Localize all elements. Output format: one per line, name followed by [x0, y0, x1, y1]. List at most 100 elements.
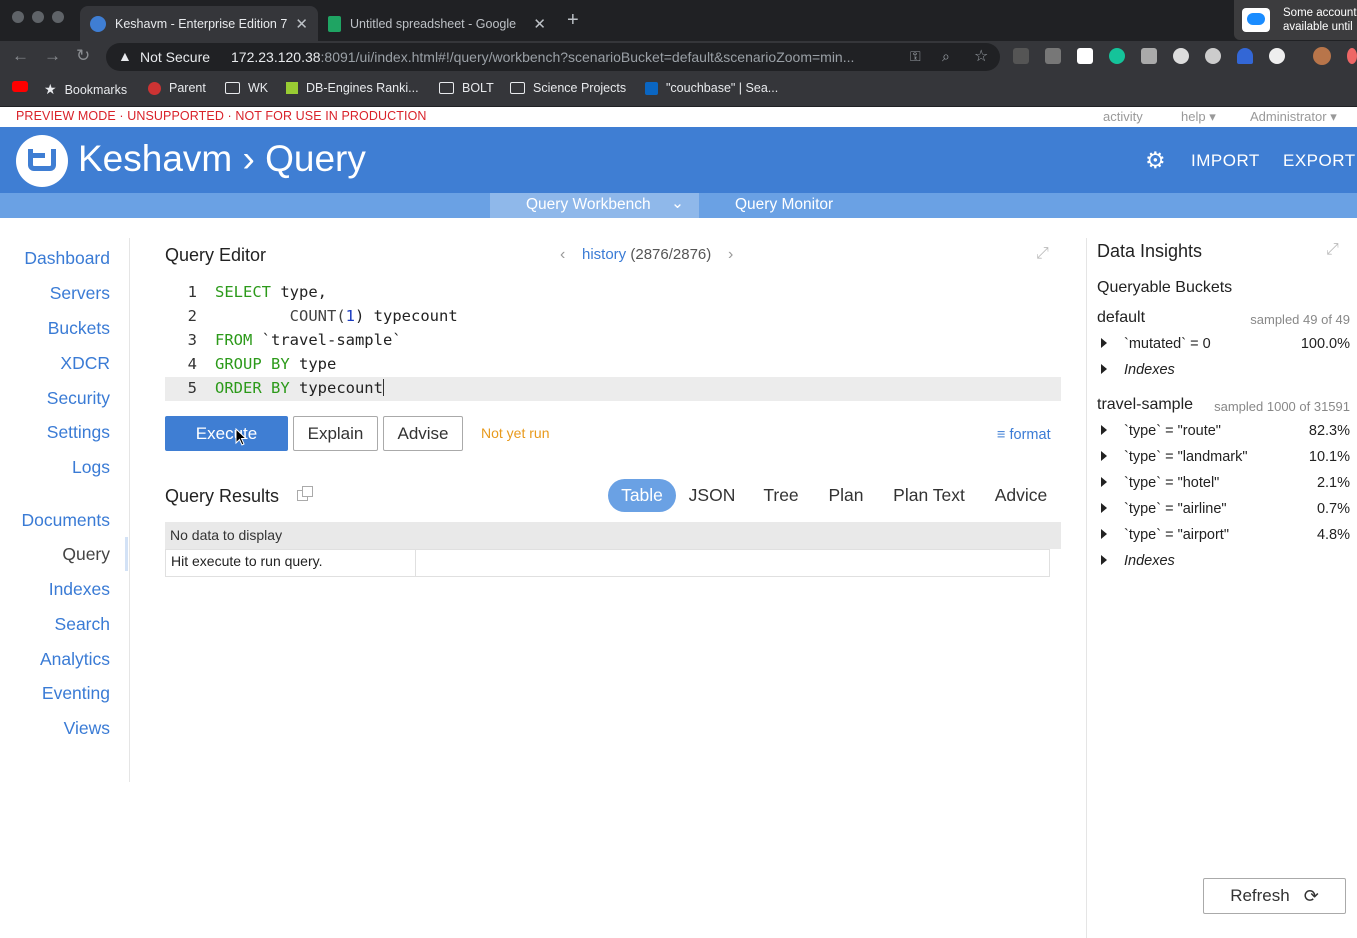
expand-editor-icon[interactable]: ⤢	[1036, 245, 1049, 263]
back-arrow-icon[interactable]: ←	[12, 46, 29, 66]
icloud-notification[interactable]: Some account available until	[1234, 0, 1357, 40]
advise-button[interactable]: Advise	[383, 416, 463, 451]
admin-menu[interactable]: Administrator ▾	[1250, 109, 1337, 125]
history-next-icon[interactable]: ›	[728, 246, 733, 263]
help-menu[interactable]: help ▾	[1181, 109, 1216, 125]
indexes-row[interactable]: Indexes	[1097, 361, 1350, 383]
sidebar-item-indexes[interactable]: Indexes	[49, 579, 110, 600]
g-extension-icon[interactable]	[1045, 48, 1061, 64]
expand-triangle-icon[interactable]	[1101, 364, 1107, 374]
tab-close-icon[interactable]: ✕	[295, 15, 308, 33]
tab-json[interactable]: JSON	[687, 479, 737, 512]
field-row[interactable]: `type` = "landmark" 10.1%	[1097, 448, 1350, 470]
sidebar-item-analytics[interactable]: Analytics	[40, 649, 110, 670]
field-row[interactable]: `type` = "hotel" 2.1%	[1097, 474, 1350, 496]
cap-extension-icon[interactable]	[1237, 48, 1253, 64]
import-button[interactable]: IMPORT	[1191, 151, 1260, 171]
tab-plan-text[interactable]: Plan Text	[888, 479, 970, 512]
url-host: 172.23.120.38	[231, 49, 321, 65]
field-pct: 4.8%	[1316, 527, 1350, 543]
bookmark-linkedin[interactable]: "couchbase" | Sea...	[645, 81, 778, 95]
expand-insights-icon[interactable]: ⤢	[1326, 241, 1339, 259]
new-tab-icon[interactable]: +	[567, 9, 579, 32]
sql-extension-icon[interactable]	[1013, 48, 1029, 64]
reload-icon[interactable]: ↻	[76, 46, 90, 66]
forward-arrow-icon[interactable]: →	[44, 46, 61, 66]
explain-button[interactable]: Explain	[293, 416, 378, 451]
dots-extension-icon[interactable]	[1269, 48, 1285, 64]
bookmark-parent[interactable]: Parent	[148, 81, 206, 95]
query-editor[interactable]: 1 SELECT type, 2 COUNT(1) typecount 3 FR…	[165, 281, 1061, 401]
sidebar-item-views[interactable]: Views	[64, 718, 110, 739]
camera-extension-icon[interactable]	[1141, 48, 1157, 64]
sidebar-item-query[interactable]: Query	[62, 544, 110, 565]
mouse-cursor-icon	[235, 428, 248, 446]
history-prev-icon[interactable]: ‹	[560, 246, 565, 263]
sidebar-item-security[interactable]: Security	[47, 388, 110, 409]
window-zoom-dot[interactable]	[52, 11, 64, 23]
tab-query-monitor[interactable]: Query Monitor	[735, 196, 833, 214]
star-icon: ★	[44, 81, 57, 97]
export-button[interactable]: EXPORT	[1283, 151, 1356, 171]
indexes-row[interactable]: Indexes	[1097, 552, 1350, 574]
code-text: ) typecount	[355, 307, 458, 325]
expand-triangle-icon[interactable]	[1101, 338, 1107, 348]
gear-icon[interactable]: ⚙	[1145, 147, 1166, 174]
bookmark-wk[interactable]: WK	[225, 81, 268, 95]
sidebar-item-buckets[interactable]: Buckets	[48, 318, 110, 339]
bookmark-bolt[interactable]: BOLT	[439, 81, 494, 95]
expand-triangle-icon[interactable]	[1101, 425, 1107, 435]
chevron-down-icon: ▾	[1330, 109, 1337, 124]
key-icon[interactable]: ⚿	[910, 48, 921, 65]
square-extension-icon[interactable]	[1077, 48, 1093, 64]
activity-link[interactable]: activity	[1103, 109, 1143, 124]
grammarly-extension-icon[interactable]	[1109, 48, 1125, 64]
query-workbench-label[interactable]: Query Workbench	[526, 196, 651, 214]
menu-badge-icon[interactable]	[1347, 48, 1357, 64]
sidebar-item-documents[interactable]: Documents	[21, 510, 110, 531]
expand-triangle-icon[interactable]	[1101, 451, 1107, 461]
profile-avatar[interactable]	[1313, 47, 1331, 65]
url-text[interactable]: 172.23.120.38:8091/ui/index.html#!/query…	[231, 49, 911, 65]
format-button[interactable]: ≡ format	[997, 427, 1051, 443]
sidebar-item-eventing[interactable]: Eventing	[42, 683, 110, 704]
tab-close-icon[interactable]: ✕	[533, 15, 546, 33]
refresh-button[interactable]: Refresh ⟳	[1203, 878, 1346, 914]
expand-triangle-icon[interactable]	[1101, 477, 1107, 487]
field-row[interactable]: `type` = "airline" 0.7%	[1097, 500, 1350, 522]
sidebar-item-search[interactable]: Search	[55, 614, 110, 635]
youtube-bookmark[interactable]	[12, 81, 36, 92]
sidebar-item-dashboard[interactable]: Dashboard	[24, 248, 110, 269]
circle-extension-icon[interactable]	[1173, 48, 1189, 64]
couchbase-logo[interactable]	[16, 135, 68, 187]
tab-table[interactable]: Table	[608, 479, 676, 512]
expand-triangle-icon[interactable]	[1101, 555, 1107, 565]
window-close-dot[interactable]	[12, 11, 24, 23]
zoom-icon[interactable]: ⌕	[942, 48, 950, 65]
globe-extension-icon[interactable]	[1205, 48, 1221, 64]
tab-tree[interactable]: Tree	[755, 479, 807, 512]
field-row[interactable]: `type` = "route" 82.3%	[1097, 422, 1350, 444]
execute-button[interactable]: Execute	[165, 416, 288, 451]
sidebar-item-servers[interactable]: Servers	[50, 283, 110, 304]
sidebar-item-xdcr[interactable]: XDCR	[60, 353, 110, 374]
field-row[interactable]: `mutated` = 0 100.0%	[1097, 335, 1350, 357]
browser-tab-couchbase[interactable]: Keshavm - Enterprise Edition 7 ✕	[80, 6, 318, 41]
field-row[interactable]: `type` = "airport" 4.8%	[1097, 526, 1350, 548]
copy-icon[interactable]	[297, 486, 313, 502]
bookmark-db-engines[interactable]: DB-Engines Ranki...	[286, 81, 419, 95]
expand-triangle-icon[interactable]	[1101, 503, 1107, 513]
bookmark-science-projects[interactable]: Science Projects	[510, 81, 626, 95]
expand-triangle-icon[interactable]	[1101, 529, 1107, 539]
tab-plan[interactable]: Plan	[822, 479, 870, 512]
window-minimize-dot[interactable]	[32, 11, 44, 23]
sidebar-item-settings[interactable]: Settings	[47, 422, 110, 443]
star-icon[interactable]: ☆	[974, 46, 988, 66]
chevron-down-icon[interactable]: ⌄	[671, 194, 684, 213]
address-bar[interactable]: ▲ Not Secure 172.23.120.38:8091/ui/index…	[106, 43, 1000, 71]
sidebar-item-logs[interactable]: Logs	[72, 457, 110, 478]
browser-tab-spreadsheet[interactable]: Untitled spreadsheet - Google ✕	[318, 6, 556, 41]
bookmark-bookmarks[interactable]: ★ Bookmarks	[44, 81, 127, 98]
tab-advice[interactable]: Advice	[990, 479, 1052, 512]
history-link[interactable]: history	[582, 246, 626, 263]
